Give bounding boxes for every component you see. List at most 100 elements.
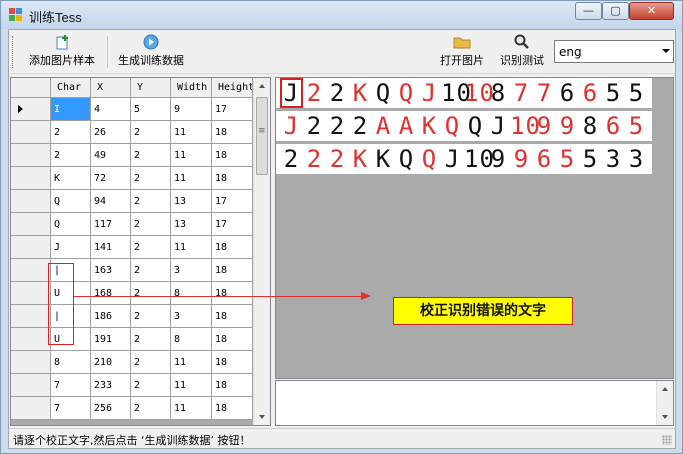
grid-cell-char[interactable]: Q	[51, 190, 91, 213]
grid-cell-char[interactable]: 2	[51, 121, 91, 144]
grid-cell-y[interactable]: 2	[131, 259, 171, 282]
grid-cell-x[interactable]: 72	[91, 167, 131, 190]
grid-cell-y[interactable]: 5	[131, 98, 171, 121]
column-header-y[interactable]: Y	[131, 78, 171, 98]
grid-cell-width[interactable]: 11	[171, 397, 212, 420]
grid-cell-width[interactable]: 11	[171, 351, 212, 374]
grid-cell-x[interactable]: 94	[91, 190, 131, 213]
grid-cell-char[interactable]: 7	[51, 374, 91, 397]
row-header[interactable]	[11, 98, 51, 121]
size-grip[interactable]	[662, 435, 672, 445]
grid-cell-y[interactable]: 2	[131, 397, 171, 420]
grid-cell-height[interactable]: 18	[212, 328, 253, 351]
grid-cell-char[interactable]: Q	[51, 213, 91, 236]
row-header[interactable]	[11, 167, 51, 190]
grid-cell-height[interactable]: 17	[212, 190, 253, 213]
grid-cell-height[interactable]: 17	[212, 213, 253, 236]
recognize-test-button[interactable]: 识别测试	[495, 32, 549, 72]
row-header[interactable]	[11, 213, 51, 236]
row-header[interactable]	[11, 351, 51, 374]
grid-cell-x[interactable]: 210	[91, 351, 131, 374]
grid-cell-y[interactable]: 2	[131, 328, 171, 351]
grid-cell-height[interactable]: 17	[212, 98, 253, 121]
table-row[interactable]: 8 210 2 11 18	[11, 351, 253, 374]
grid-cell-x[interactable]: 49	[91, 144, 131, 167]
grid-cell-height[interactable]: 18	[212, 351, 253, 374]
grid-cell-width[interactable]: 13	[171, 213, 212, 236]
grid-cell-width[interactable]: 8	[171, 282, 212, 305]
grid-cell-x[interactable]: 186	[91, 305, 131, 328]
grid-cell-x[interactable]: 233	[91, 374, 131, 397]
grid-cell-x[interactable]: 117	[91, 213, 131, 236]
table-row[interactable]: Q 117 2 13 17	[11, 213, 253, 236]
grid-cell-y[interactable]: 2	[131, 121, 171, 144]
grid-cell-char[interactable]: K	[51, 167, 91, 190]
table-row[interactable]: J 141 2 11 18	[11, 236, 253, 259]
grid-cell-height[interactable]: 18	[212, 282, 253, 305]
grid-cell-height[interactable]: 18	[212, 305, 253, 328]
toolbar-grip[interactable]	[12, 36, 15, 68]
scroll-down-icon[interactable]	[254, 408, 270, 425]
grid-cell-x[interactable]: 26	[91, 121, 131, 144]
grid-cell-width[interactable]: 11	[171, 236, 212, 259]
grid-cell-char[interactable]: 2	[51, 144, 91, 167]
grid-cell-x[interactable]: 256	[91, 397, 131, 420]
grid-cell-height[interactable]: 18	[212, 121, 253, 144]
generate-data-button[interactable]: 生成训练数据	[111, 32, 191, 72]
add-sample-button[interactable]: 添加图片样本	[19, 32, 105, 72]
grid-cell-y[interactable]: 2	[131, 213, 171, 236]
grid-cell-y[interactable]: 2	[131, 236, 171, 259]
text-scroll-up-icon[interactable]	[657, 381, 674, 398]
result-text-area[interactable]	[275, 380, 674, 426]
table-row[interactable]: 2 49 2 11 18	[11, 144, 253, 167]
grid-cell-width[interactable]: 13	[171, 190, 212, 213]
table-row[interactable]: Q 94 2 13 17	[11, 190, 253, 213]
grid-cell-y[interactable]: 2	[131, 167, 171, 190]
column-header-char[interactable]: Char	[51, 78, 91, 98]
grid-cell-y[interactable]: 2	[131, 305, 171, 328]
maximize-button[interactable]: ▢	[602, 2, 629, 20]
grid-cell-char[interactable]: I	[51, 98, 91, 121]
row-header[interactable]	[11, 397, 51, 420]
row-header[interactable]	[11, 144, 51, 167]
scroll-thumb[interactable]	[256, 97, 268, 175]
grid-body[interactable]: I 4 5 9 17 2 26 2 11 18 2 49 2 11 18 K 72 2 11 18 Q 94 2 13 17 Q 1…	[11, 98, 253, 425]
open-image-button[interactable]: 打开图片	[435, 32, 489, 72]
grid-cell-height[interactable]: 18	[212, 236, 253, 259]
grid-cell-char[interactable]: 7	[51, 397, 91, 420]
column-header-height[interactable]: Height	[212, 78, 253, 98]
grid-cell-y[interactable]: 2	[131, 190, 171, 213]
table-row[interactable]: 7 233 2 11 18	[11, 374, 253, 397]
grid-cell-x[interactable]: 191	[91, 328, 131, 351]
column-header-x[interactable]: X	[91, 78, 131, 98]
row-header[interactable]	[11, 374, 51, 397]
grid-cell-height[interactable]: 18	[212, 397, 253, 420]
table-row[interactable]: K 72 2 11 18	[11, 167, 253, 190]
grid-cell-x[interactable]: 163	[91, 259, 131, 282]
text-scroll-down-icon[interactable]	[657, 408, 674, 425]
grid-cell-y[interactable]: 2	[131, 374, 171, 397]
grid-cell-x[interactable]: 141	[91, 236, 131, 259]
row-header[interactable]	[11, 305, 51, 328]
row-header[interactable]	[11, 190, 51, 213]
grid-cell-width[interactable]: 3	[171, 305, 212, 328]
title-bar[interactable]: 训练Tess — ▢ ✕	[1, 1, 682, 29]
grid-cell-x[interactable]: 4	[91, 98, 131, 121]
grid-cell-y[interactable]: 2	[131, 282, 171, 305]
chevron-down-icon[interactable]	[662, 49, 670, 53]
row-header[interactable]	[11, 121, 51, 144]
scroll-up-icon[interactable]	[254, 78, 270, 95]
minimize-button[interactable]: —	[575, 2, 602, 20]
close-button[interactable]: ✕	[629, 2, 674, 20]
grid-cell-char[interactable]: J	[51, 236, 91, 259]
grid-cell-height[interactable]: 18	[212, 144, 253, 167]
grid-cell-y[interactable]: 2	[131, 351, 171, 374]
grid-cell-width[interactable]: 11	[171, 167, 212, 190]
table-row[interactable]: I 4 5 9 17	[11, 98, 253, 121]
grid-cell-y[interactable]: 2	[131, 144, 171, 167]
text-scrollbar[interactable]	[656, 381, 673, 425]
row-header[interactable]	[11, 236, 51, 259]
row-header[interactable]	[11, 282, 51, 305]
grid-cell-width[interactable]: 11	[171, 121, 212, 144]
grid-scrollbar[interactable]	[253, 78, 270, 425]
